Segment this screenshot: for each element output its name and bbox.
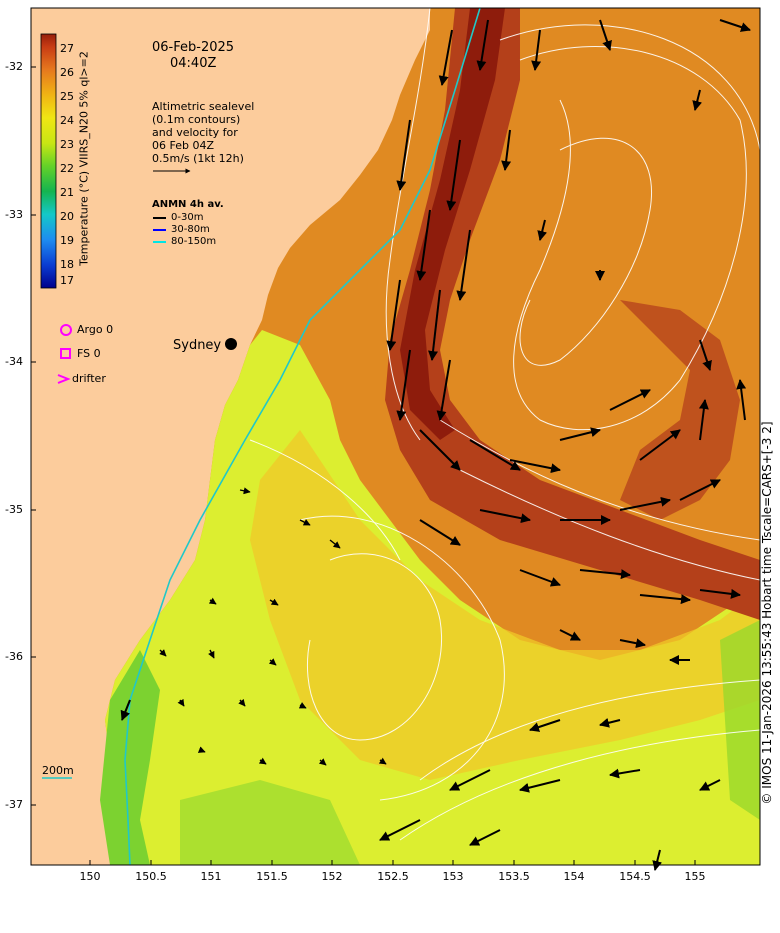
lon-tick-1: 150.5: [135, 870, 167, 883]
lon-tick-5: 152.5: [377, 870, 409, 883]
lon-tick-10: 155: [684, 870, 706, 883]
lon-tick-2: 151: [200, 870, 222, 883]
cb-tick-3: 24: [60, 114, 74, 127]
anmn-label-1: 30-80m: [171, 224, 210, 235]
lon-tick-7: 153.5: [498, 870, 530, 883]
cb-tick-4: 23: [60, 138, 74, 151]
isobath-label: 200m: [42, 764, 74, 777]
altimetry-note-1: (0.1m contours): [152, 113, 241, 126]
time-label: 04:40Z: [170, 56, 217, 71]
lon-tick-4: 152: [321, 870, 343, 883]
lon-tick-9: 154.5: [619, 870, 651, 883]
lon-tick-8: 154: [563, 870, 585, 883]
anmn-label-0: 0-30m: [171, 212, 204, 223]
fs-label: FS 0: [77, 347, 101, 360]
date-label: 06-Feb-2025: [152, 40, 235, 55]
lat-tick-5: -37: [5, 798, 23, 811]
sydney-marker: [225, 338, 237, 350]
altimetry-note-4: 0.5m/s (1kt 12h): [152, 152, 244, 165]
cb-tick-7: 20: [60, 210, 74, 223]
anmn-title: ANMN 4h av.: [152, 199, 224, 210]
lat-tick-4: -36: [5, 650, 23, 663]
lat-tick-3: -35: [5, 503, 23, 516]
cb-tick-6: 21: [60, 186, 74, 199]
anmn-label-2: 80-150m: [171, 236, 217, 247]
credit-text: © IMOS 11-Jan-2026 13:55:43 Hobart time …: [760, 421, 774, 805]
city-label-sydney: Sydney: [173, 338, 222, 353]
colorbar: [40, 33, 57, 289]
cb-tick-1: 26: [60, 66, 74, 79]
altimetry-note-3: 06 Feb 04Z: [152, 139, 214, 152]
altimetry-note-2: and velocity for: [152, 126, 238, 139]
lat-tick-2: -34: [5, 355, 23, 368]
lon-tick-3: 151.5: [256, 870, 288, 883]
lat-tick-1: -33: [5, 208, 23, 221]
lon-tick-0: 150: [79, 870, 101, 883]
lat-tick-0: -32: [5, 60, 23, 73]
sst-map: [30, 7, 761, 871]
cb-tick-8: 19: [60, 234, 74, 247]
cb-tick-10: 17: [60, 274, 74, 287]
cb-tick-2: 25: [60, 90, 74, 103]
colorbar-title: Temperature (°C) VIIRS_N20 5% ql>=2: [77, 51, 91, 266]
cb-tick-9: 18: [60, 258, 74, 271]
drifter-label: drifter: [72, 372, 106, 385]
argo-label: Argo 0: [77, 323, 114, 336]
cb-tick-5: 22: [60, 162, 74, 175]
altimetry-note-0: Altimetric sealevel: [152, 100, 255, 113]
lon-tick-6: 153: [442, 870, 464, 883]
cb-tick-0: 27: [60, 42, 74, 55]
map-panel: [30, 7, 761, 871]
